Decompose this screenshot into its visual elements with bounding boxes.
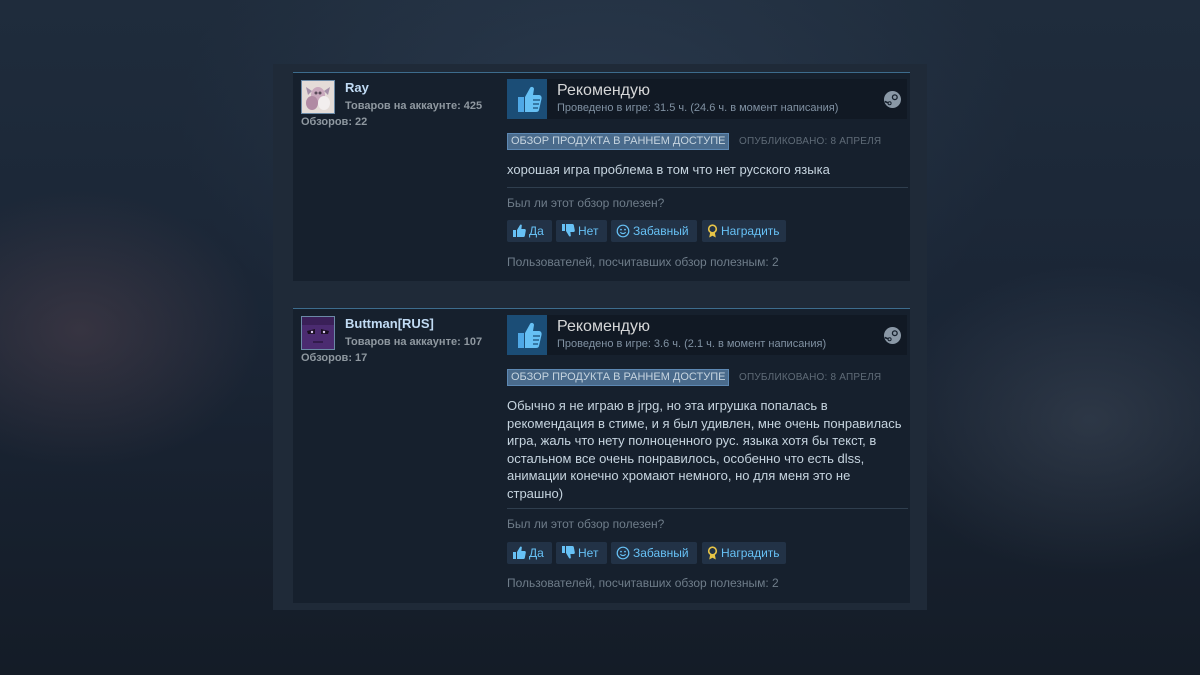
smiley-icon	[616, 546, 630, 560]
avatar[interactable]	[301, 316, 335, 350]
steam-icon	[884, 327, 901, 344]
vote-header[interactable]: Рекомендую Проведено в игре: 31.5 ч. (24…	[507, 79, 907, 119]
vote-no-label: Нет	[578, 224, 599, 238]
vote-funny-button[interactable]: Забавный	[611, 220, 697, 242]
helpful-question: Был ли этот обзор полезен?	[507, 196, 665, 210]
review-card: Ray Товаров на аккаунте: 425 Обзоров: 22…	[293, 72, 910, 281]
thumbs-up-small-icon	[513, 224, 526, 238]
thumbs-down-small-icon	[562, 224, 575, 237]
products-owned[interactable]: Товаров на аккаунте: 107	[345, 336, 482, 348]
helpful-question: Был ли этот обзор полезен?	[507, 517, 665, 531]
smiley-icon	[616, 224, 630, 238]
vote-funny-label: Забавный	[633, 546, 689, 560]
review-card: Buttman[RUS] Товаров на аккаунте: 107 Об…	[293, 308, 910, 603]
early-access-badge: ОБЗОР ПРОДУКТА В РАННЕМ ДОСТУПЕ	[507, 369, 730, 386]
helpful-count: Пользователей, посчитавших обзор полезны…	[507, 255, 779, 269]
thumbs-down-small-icon	[562, 546, 575, 559]
divider	[507, 508, 908, 509]
tag-row: ОБЗОР ПРОДУКТА В РАННЕМ ДОСТУПЕ ОПУБЛИКО…	[507, 133, 907, 150]
posted-date: ОПУБЛИКОВАНО: 8 АПРЕЛЯ	[739, 136, 882, 147]
thumbs-up-icon	[507, 79, 547, 119]
vote-yes-label: Да	[529, 546, 544, 560]
posted-date: ОПУБЛИКОВАНО: 8 АПРЕЛЯ	[739, 372, 882, 383]
award-label: Наградить	[721, 224, 780, 238]
reviews-panel: Ray Товаров на аккаунте: 425 Обзоров: 22…	[273, 64, 927, 610]
hours-played: Проведено в игре: 3.6 ч. (2.1 ч. в момен…	[557, 338, 827, 350]
vote-no-label: Нет	[578, 546, 599, 560]
avatar[interactable]	[301, 80, 335, 114]
tag-row: ОБЗОР ПРОДУКТА В РАННЕМ ДОСТУПЕ ОПУБЛИКО…	[507, 369, 907, 386]
reviews-count[interactable]: Обзоров: 22	[301, 116, 367, 128]
thumbs-up-small-icon	[513, 546, 526, 560]
helpful-count: Пользователей, посчитавших обзор полезны…	[507, 576, 779, 590]
vote-yes-label: Да	[529, 224, 544, 238]
author-name[interactable]: Buttman[RUS]	[345, 316, 434, 331]
steam-icon	[884, 91, 901, 108]
vote-no-button[interactable]: Нет	[556, 542, 607, 564]
award-ribbon-icon	[707, 546, 718, 560]
products-owned[interactable]: Товаров на аккаунте: 425	[345, 100, 482, 112]
author-name[interactable]: Ray	[345, 80, 369, 95]
award-ribbon-icon	[707, 224, 718, 238]
vote-yes-button[interactable]: Да	[507, 220, 552, 242]
review-text[interactable]: хорошая игра проблема в том что нет русс…	[507, 161, 905, 179]
verdict-title: Рекомендую	[557, 318, 651, 335]
avatar-image-icon	[302, 81, 334, 113]
verdict-title: Рекомендую	[557, 82, 651, 99]
review-text[interactable]: Обычно я не играю в jrpg, но эта игрушка…	[507, 397, 905, 502]
vote-yes-button[interactable]: Да	[507, 542, 552, 564]
vote-funny-label: Забавный	[633, 224, 689, 238]
reviews-count[interactable]: Обзоров: 17	[301, 352, 367, 364]
divider	[507, 187, 908, 188]
award-button[interactable]: Наградить	[702, 542, 786, 564]
avatar-image-icon	[302, 317, 334, 349]
early-access-badge: ОБЗОР ПРОДУКТА В РАННЕМ ДОСТУПЕ	[507, 133, 730, 150]
vote-header[interactable]: Рекомендую Проведено в игре: 3.6 ч. (2.1…	[507, 315, 907, 355]
vote-no-button[interactable]: Нет	[556, 220, 607, 242]
award-label: Наградить	[721, 546, 780, 560]
vote-funny-button[interactable]: Забавный	[611, 542, 697, 564]
award-button[interactable]: Наградить	[702, 220, 786, 242]
thumbs-up-icon	[507, 315, 547, 355]
hours-played: Проведено в игре: 31.5 ч. (24.6 ч. в мом…	[557, 102, 839, 114]
